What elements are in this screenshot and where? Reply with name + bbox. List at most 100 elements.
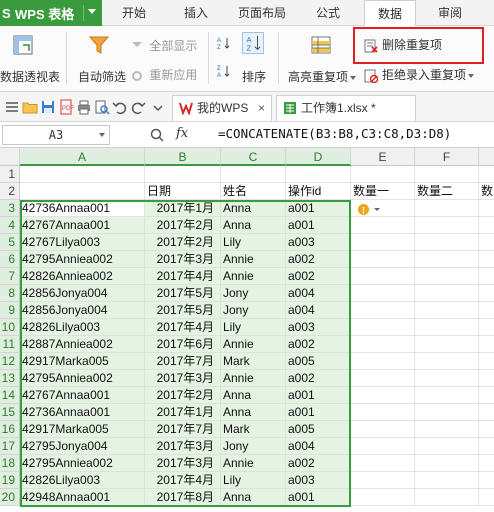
table-cell[interactable]: 2017年4月 [145, 319, 221, 336]
tab-formula[interactable]: 公式 [306, 0, 350, 26]
table-cell[interactable]: a005 [286, 421, 351, 438]
table-cell[interactable]: 2017年5月 [145, 285, 221, 302]
column-header-f[interactable]: F [415, 148, 479, 166]
table-header-cell[interactable]: 操作id [286, 183, 351, 200]
table-cell[interactable] [479, 319, 494, 336]
table-cell[interactable] [351, 285, 415, 302]
column-header-e[interactable]: E [351, 148, 415, 166]
zoom-icon[interactable] [150, 128, 164, 142]
table-cell[interactable]: 42795Jonya004 [20, 438, 145, 455]
save-icon[interactable] [40, 99, 56, 115]
table-cell[interactable] [415, 472, 479, 489]
tab-my-wps[interactable]: 我的WPS × [172, 95, 272, 121]
table-header-cell[interactable]: 日期 [145, 183, 221, 200]
table-cell[interactable]: Anna [221, 489, 286, 506]
open-folder-icon[interactable] [22, 99, 38, 115]
table-cell[interactable]: 2017年3月 [145, 251, 221, 268]
table-cell[interactable] [479, 489, 494, 506]
table-cell[interactable]: a001 [286, 217, 351, 234]
table-cell[interactable] [415, 302, 479, 319]
table-cell[interactable] [479, 353, 494, 370]
table-cell[interactable] [351, 455, 415, 472]
close-icon[interactable]: × [258, 96, 265, 120]
table-cell[interactable]: a004 [286, 302, 351, 319]
active-cell[interactable]: 42736Annaa001 [20, 200, 145, 217]
table-cell[interactable] [20, 166, 145, 183]
table-cell[interactable]: a003 [286, 319, 351, 336]
row-header[interactable]: 1 [0, 166, 20, 183]
row-header[interactable]: 17 [0, 438, 20, 455]
table-cell[interactable]: a002 [286, 268, 351, 285]
table-cell[interactable] [351, 489, 415, 506]
table-cell[interactable]: Annie [221, 251, 286, 268]
table-cell[interactable]: 2017年1月 [145, 404, 221, 421]
table-cell[interactable]: 2017年4月 [145, 472, 221, 489]
table-cell[interactable]: Annie [221, 268, 286, 285]
table-cell[interactable] [145, 166, 221, 183]
table-header-cell[interactable]: 数量一 [351, 183, 415, 200]
chevron-down-icon[interactable] [99, 133, 105, 137]
table-cell[interactable] [351, 302, 415, 319]
column-header-d[interactable]: D [286, 148, 351, 166]
table-cell[interactable]: 2017年2月 [145, 217, 221, 234]
table-header-cell[interactable]: 姓名 [221, 183, 286, 200]
row-header[interactable]: 18 [0, 455, 20, 472]
row-header[interactable]: 19 [0, 472, 20, 489]
table-cell[interactable]: a005 [286, 353, 351, 370]
table-cell[interactable] [351, 353, 415, 370]
table-cell[interactable] [351, 166, 415, 183]
tab-start[interactable]: 开始 [112, 0, 156, 26]
smart-tag-warning-icon[interactable]: ! [357, 203, 385, 216]
table-cell[interactable]: a002 [286, 336, 351, 353]
table-cell[interactable]: a004 [286, 285, 351, 302]
table-cell[interactable]: 2017年8月 [145, 489, 221, 506]
table-cell[interactable] [286, 166, 351, 183]
table-cell[interactable]: a001 [286, 404, 351, 421]
table-cell[interactable]: Jony [221, 302, 286, 319]
table-cell[interactable]: 42948Annaa001 [20, 489, 145, 506]
table-cell[interactable]: a002 [286, 455, 351, 472]
table-cell[interactable]: Jony [221, 438, 286, 455]
table-cell[interactable] [479, 234, 494, 251]
table-cell[interactable] [351, 217, 415, 234]
table-cell[interactable] [415, 319, 479, 336]
table-cell[interactable] [351, 268, 415, 285]
table-cell[interactable] [415, 370, 479, 387]
print-preview-icon[interactable] [94, 99, 110, 115]
table-cell[interactable]: Lily [221, 472, 286, 489]
table-cell[interactable]: 42887Anniea002 [20, 336, 145, 353]
table-cell[interactable]: Annie [221, 455, 286, 472]
formula-input[interactable]: =CONCATENATE(B3:B8,C3:C8,D3:D8) [218, 126, 451, 141]
row-header[interactable]: 16 [0, 421, 20, 438]
table-cell[interactable]: a001 [286, 489, 351, 506]
table-cell[interactable]: a001 [286, 200, 351, 217]
table-cell[interactable]: Anna [221, 404, 286, 421]
table-cell[interactable] [351, 234, 415, 251]
table-cell[interactable] [415, 336, 479, 353]
table-cell[interactable]: 42795Anniea002 [20, 455, 145, 472]
table-cell[interactable]: Anna [221, 217, 286, 234]
table-cell[interactable] [479, 455, 494, 472]
table-cell[interactable]: a003 [286, 472, 351, 489]
row-header[interactable]: 20 [0, 489, 20, 506]
table-header-cell[interactable] [20, 183, 145, 200]
spreadsheet-grid[interactable]: A B C D E F 1 2 日期 姓名 操作id 数量一 数量二数 3 42736Annaa… [0, 148, 494, 512]
table-cell[interactable]: 2017年6月 [145, 336, 221, 353]
table-cell[interactable] [479, 421, 494, 438]
column-header-a[interactable]: A [20, 148, 145, 166]
table-cell[interactable] [415, 353, 479, 370]
table-cell[interactable] [351, 472, 415, 489]
select-all-corner[interactable] [0, 148, 20, 166]
table-cell[interactable]: 2017年7月 [145, 353, 221, 370]
table-cell[interactable]: 42736Annaa001 [20, 404, 145, 421]
table-cell[interactable]: 2017年2月 [145, 387, 221, 404]
table-cell[interactable] [415, 421, 479, 438]
table-cell[interactable]: a001 [286, 387, 351, 404]
table-header-cell[interactable]: 数 [479, 183, 494, 200]
table-cell[interactable] [415, 251, 479, 268]
table-cell[interactable] [479, 370, 494, 387]
table-cell[interactable]: Lily [221, 319, 286, 336]
table-cell[interactable] [415, 489, 479, 506]
table-cell[interactable]: 42856Jonya004 [20, 302, 145, 319]
table-cell[interactable]: Jony [221, 285, 286, 302]
